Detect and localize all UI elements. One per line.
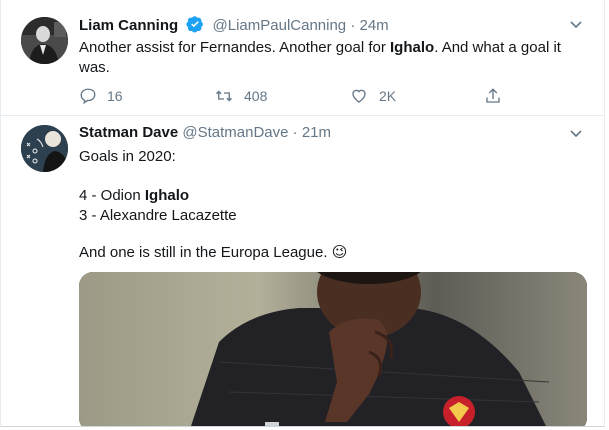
tweet-text-part: 4 - Odion — [79, 187, 145, 204]
reply-count: 16 — [107, 88, 123, 104]
chevron-down-icon[interactable] — [568, 16, 584, 32]
tweet-text-line: Goals in 2020: — [79, 148, 176, 165]
timestamp[interactable]: 21m — [302, 124, 331, 141]
like-button[interactable]: 2K — [349, 86, 396, 106]
verified-badge-icon — [186, 15, 204, 39]
author-name[interactable]: Statman Dave — [79, 124, 178, 141]
tweet-text-bold: Ighalo — [144, 187, 190, 204]
share-button[interactable] — [484, 86, 512, 106]
tweet-header: Statman Dave @StatmanDave · 21m — [79, 124, 332, 141]
tweet-text-bold: Ighalo — [390, 39, 435, 56]
tweet-text-line: 4 - Odion Ighalo — [79, 186, 189, 206]
retweet-count: 408 — [244, 88, 268, 104]
share-icon — [486, 88, 500, 103]
tweet-text-part: And one is still in the Europa League. — [79, 244, 328, 261]
avatar[interactable] — [21, 125, 68, 172]
author-handle[interactable]: @LiamPaulCanning — [213, 17, 347, 34]
reply-icon — [80, 88, 96, 105]
avatar[interactable] — [21, 17, 68, 64]
tweet-text-line: And one is still in the Europa League. 😉 — [79, 243, 347, 263]
tweet-text-part: Another assist for Fernandes. Another go… — [79, 39, 391, 56]
reply-button[interactable]: 16 — [79, 86, 123, 106]
retweet-button[interactable]: 408 — [214, 86, 267, 106]
like-count: 2K — [379, 88, 397, 104]
tweet-text: Another assist for Fernandes. Another go… — [79, 38, 584, 78]
timestamp[interactable]: 24m — [360, 17, 389, 34]
author-name[interactable]: Liam Canning — [79, 17, 178, 34]
heart-icon — [352, 89, 366, 103]
timeline: Liam Canning @LiamPaulCanning · 24m Anot… — [0, 0, 605, 427]
tweet-header: Liam Canning @LiamPaulCanning · 24m — [79, 15, 389, 39]
chevron-down-icon[interactable] — [568, 125, 584, 141]
tweet-actions: 16 408 2K — [79, 86, 509, 106]
retweet-icon — [216, 90, 232, 102]
tweet-media-image[interactable] — [79, 272, 587, 426]
author-handle[interactable]: @StatmanDave — [182, 124, 288, 141]
tweet[interactable]: Liam Canning @LiamPaulCanning · 24m Anot… — [1, 0, 604, 116]
tweet-text-line: 3 - Alexandre Lacazette — [79, 207, 237, 224]
wink-emoji-icon: 😉 — [331, 244, 348, 261]
